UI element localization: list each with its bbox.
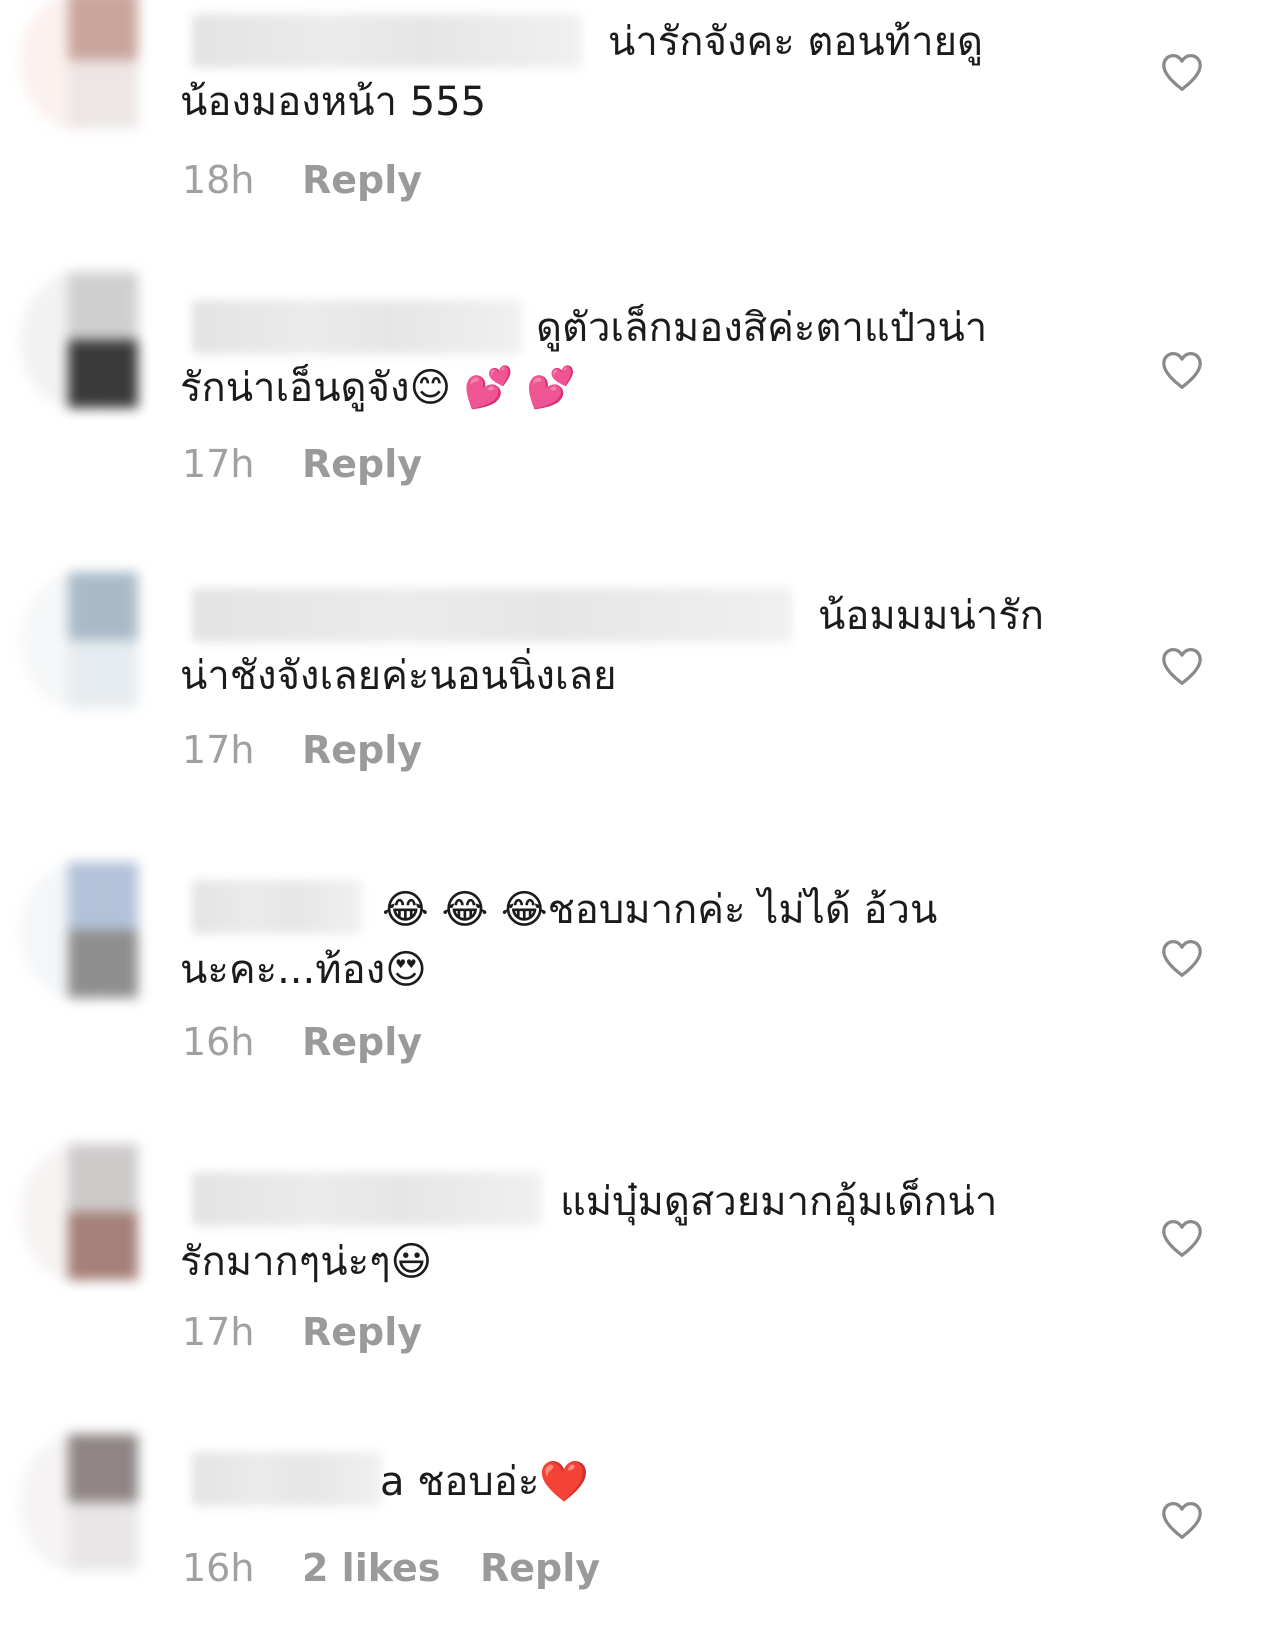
reply-button[interactable]: Reply — [480, 1546, 600, 1590]
comment-2: ดูตัวเล็กมองสิค่ะตาแป๋วน่า รักน่าเอ็นดูจ… — [0, 270, 1280, 560]
like-button[interactable] — [1160, 1500, 1204, 1540]
timestamp: 18h — [182, 158, 255, 202]
username-redacted[interactable] — [192, 588, 792, 642]
username-redacted[interactable] — [192, 1172, 542, 1226]
comment-meta: 18h Reply — [182, 158, 422, 202]
like-button[interactable] — [1160, 52, 1204, 92]
like-button[interactable] — [1160, 646, 1204, 686]
comment-text-line1: น่ารักจังคะ ตอนท้ายดู — [608, 19, 984, 65]
comment-text-line1: a ชอบอ่ะ❤️ — [380, 1459, 590, 1505]
avatar[interactable] — [20, 272, 140, 412]
heart-outline-icon — [1162, 940, 1202, 977]
comment-text-line2: น่าชังจังเลยค่ะนอนนิ่งเลย — [180, 653, 617, 699]
comment-meta: 17h Reply — [182, 442, 422, 486]
comment-text-line2: รักน่าเอ็นดูจัง😊 💕 💕 — [180, 365, 577, 411]
comment-text-line2: รักมากๆน่ะๆ😃 — [180, 1239, 433, 1285]
comment-3: น้อมมมน่ารัก น่าชังจังเลยค่ะนอนนิ่งเลย 1… — [0, 568, 1280, 858]
likes-count[interactable]: 2 likes — [302, 1546, 480, 1590]
timestamp: 16h — [182, 1546, 255, 1590]
heart-outline-icon — [1162, 352, 1202, 389]
reply-button[interactable]: Reply — [302, 1310, 422, 1354]
comment-meta: 16h Reply — [182, 1020, 422, 1064]
timestamp: 17h — [182, 442, 255, 486]
comment-6: a ชอบอ่ะ❤️ 16h 2 likes Reply — [0, 1434, 1280, 1649]
timestamp: 16h — [182, 1020, 255, 1064]
comment-text-line2: นะคะ...ท้อง😍 — [180, 947, 427, 993]
like-button[interactable] — [1160, 1218, 1204, 1258]
username-redacted[interactable] — [192, 14, 582, 68]
comment-text-line2: น้องมองหน้า 555 — [180, 79, 487, 125]
comment-meta: 17h Reply — [182, 728, 422, 772]
comment-5: แม่บุ๋มดูสวยมากอุ้มเด็กน่า รักมากๆน่ะๆ😃 … — [0, 1144, 1280, 1440]
like-button[interactable] — [1160, 350, 1204, 390]
comment-text-line1: น้อมมมน่ารัก — [818, 593, 1044, 639]
reply-button[interactable]: Reply — [302, 1020, 422, 1064]
comment-text-line1: แม่บุ๋มดูสวยมากอุ้มเด็กน่า — [560, 1179, 998, 1225]
username-redacted[interactable] — [192, 880, 362, 934]
reply-button[interactable]: Reply — [302, 442, 422, 486]
comment-meta: 16h 2 likes Reply — [182, 1546, 600, 1590]
comment-text-line1: 😂 😂 😂ชอบมากค่ะ ไม่ได้ อ้วน — [382, 887, 938, 933]
comment-meta: 17h Reply — [182, 1310, 422, 1354]
avatar[interactable] — [20, 1144, 140, 1284]
comment-1: น่ารักจังคะ ตอนท้ายดู น้องมองหน้า 555 18… — [0, 0, 1280, 290]
comment-4: 😂 😂 😂ชอบมากค่ะ ไม่ได้ อ้วน นะคะ...ท้อง😍 … — [0, 860, 1280, 1150]
username-redacted[interactable] — [192, 300, 522, 354]
username-redacted[interactable] — [192, 1452, 382, 1506]
avatar[interactable] — [20, 862, 140, 1002]
heart-outline-icon — [1162, 648, 1202, 685]
heart-outline-icon — [1162, 1502, 1202, 1539]
heart-outline-icon — [1162, 54, 1202, 91]
avatar[interactable] — [20, 0, 140, 132]
reply-button[interactable]: Reply — [302, 728, 422, 772]
comment-text-line1: ดูตัวเล็กมองสิค่ะตาแป๋วน่า — [536, 305, 988, 351]
avatar[interactable] — [20, 1434, 140, 1574]
reply-button[interactable]: Reply — [302, 158, 422, 202]
like-button[interactable] — [1160, 938, 1204, 978]
heart-outline-icon — [1162, 1220, 1202, 1257]
avatar[interactable] — [20, 572, 140, 712]
timestamp: 17h — [182, 1310, 255, 1354]
timestamp: 17h — [182, 728, 255, 772]
